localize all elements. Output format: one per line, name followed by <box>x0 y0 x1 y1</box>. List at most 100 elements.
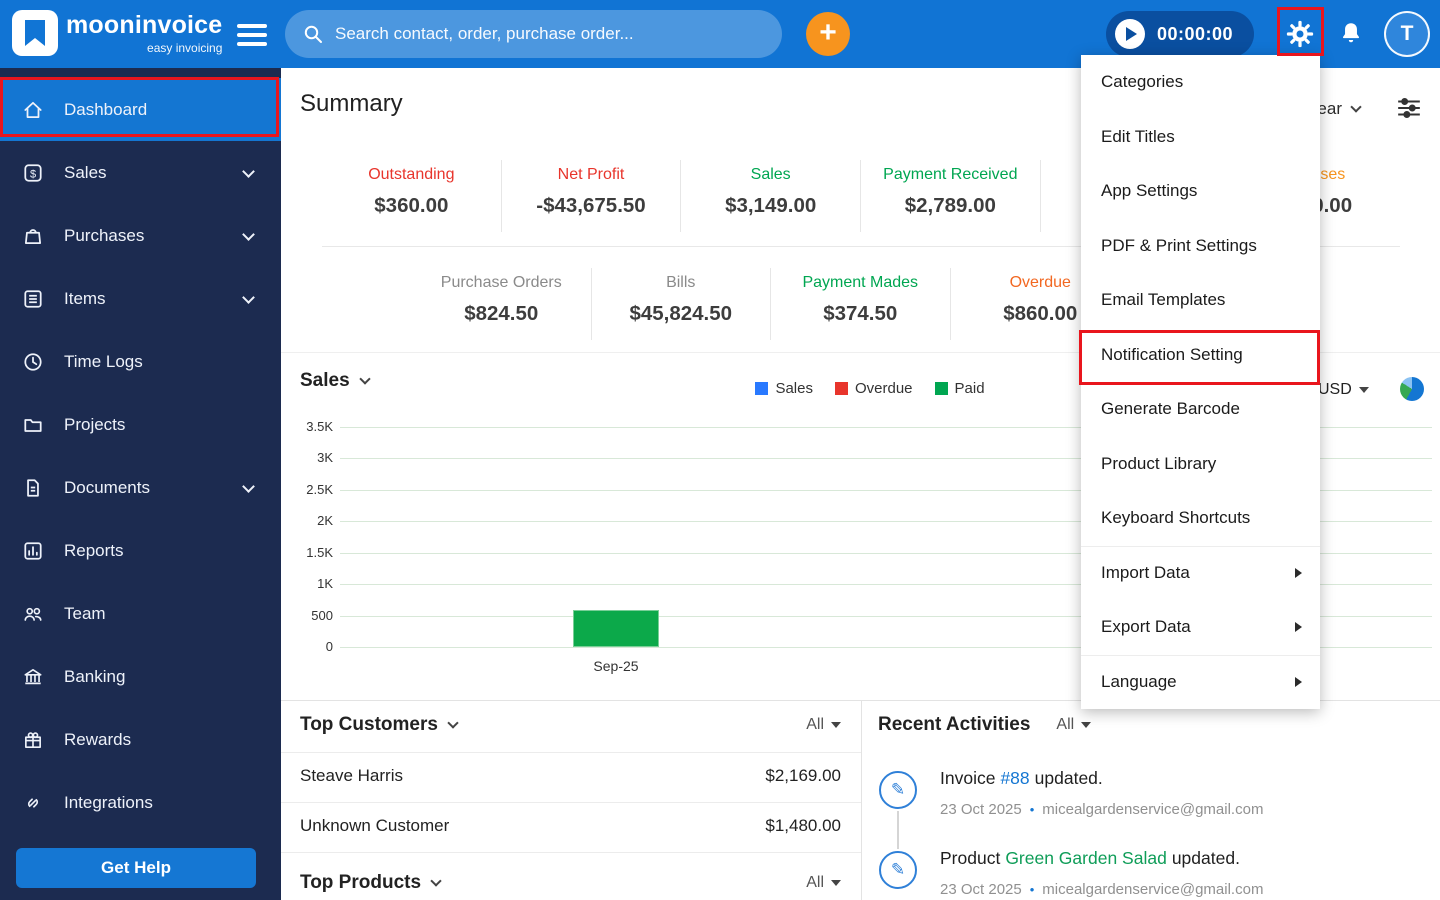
sidebar-item-documents[interactable]: Documents <box>0 456 281 519</box>
sidebar-item-reports[interactable]: Reports <box>0 519 281 582</box>
chevron-down-icon <box>242 480 255 493</box>
divider <box>281 752 861 753</box>
chart-legend: Sales Overdue Paid <box>710 380 1030 397</box>
sidebar-item-label: Projects <box>64 414 126 434</box>
hamburger-menu-icon[interactable] <box>237 24 267 46</box>
sidebar-item-sales[interactable]: $ Sales <box>0 141 281 204</box>
edit-pencil-icon[interactable]: ✎ <box>879 771 917 809</box>
sales-icon: $ <box>22 162 44 184</box>
sidebar-item-items[interactable]: Items <box>0 267 281 330</box>
legend-swatch-overdue <box>834 382 848 395</box>
currency-selector[interactable]: USD <box>1318 381 1369 399</box>
activity-meta: 23 Oct 2025 • micealgardenservice@gmail.co… <box>940 881 1263 898</box>
activity-link[interactable]: #88 <box>1000 768 1029 788</box>
gift-icon <box>22 729 44 751</box>
card-label: Purchase Orders <box>440 274 562 291</box>
sidebar-item-dashboard[interactable]: Dashboard <box>0 78 281 141</box>
y-axis-tick: 1K <box>317 576 333 591</box>
menu-item-categories[interactable]: Categories <box>1081 55 1320 110</box>
menu-item-product-library[interactable]: Product Library <box>1081 437 1320 492</box>
menu-item-app-settings[interactable]: App Settings <box>1081 164 1320 219</box>
chart-bar[interactable] <box>573 610 659 647</box>
top-products-title[interactable]: Top Products <box>300 872 442 894</box>
filter-label: All <box>806 874 824 891</box>
sidebar-item-label: Rewards <box>64 729 132 749</box>
sidebar-item-team[interactable]: Team <box>0 582 281 645</box>
sidebar-item-label: Sales <box>64 162 107 182</box>
top-customer-row[interactable]: Steave Harris $2,169.00 <box>300 766 841 786</box>
y-axis-tick: 2.5K <box>306 482 333 497</box>
bullet-icon: • <box>1029 802 1035 817</box>
menu-item-label: Language <box>1101 672 1177 692</box>
summary-card-payment-mades: Payment Mades $374.50 <box>771 268 951 340</box>
top-products-header: Top Products All <box>300 872 841 894</box>
caret-down-icon <box>831 880 841 886</box>
panel-title: Top Customers <box>300 714 438 735</box>
currency-label: USD <box>1318 381 1352 398</box>
customer-amount: $2,169.00 <box>765 766 841 785</box>
get-help-button[interactable]: Get Help <box>16 848 256 888</box>
global-search[interactable] <box>285 10 782 58</box>
chevron-down-icon <box>242 228 255 241</box>
activity-prefix: Product <box>940 848 1001 868</box>
menu-item-notification-setting[interactable]: Notification Setting <box>1081 328 1320 383</box>
recent-activities-filter[interactable]: All <box>1056 716 1092 734</box>
menu-item-edit-titles[interactable]: Edit Titles <box>1081 110 1320 165</box>
search-input[interactable] <box>335 24 764 44</box>
menu-item-keyboard-shortcuts[interactable]: Keyboard Shortcuts <box>1081 491 1320 546</box>
clock-icon <box>22 351 44 373</box>
divider <box>281 802 861 803</box>
add-new-button[interactable]: + <box>806 12 850 56</box>
sidebar-item-projects[interactable]: Projects <box>0 393 281 456</box>
sidebar-item-integrations[interactable]: Integrations <box>0 771 281 834</box>
activity-link[interactable]: Green Garden Salad <box>1005 848 1167 868</box>
chevron-down-icon <box>1350 101 1362 113</box>
notifications-bell-icon[interactable] <box>1338 20 1364 51</box>
page-title: Summary <box>300 90 403 117</box>
legend-label: Overdue <box>854 380 913 397</box>
legend-item-sales: Sales <box>755 380 813 397</box>
caret-down-icon <box>1081 722 1092 728</box>
legend-item-overdue: Overdue <box>834 380 913 397</box>
menu-item-label: Import Data <box>1101 563 1190 583</box>
top-customers-filter[interactable]: All <box>806 716 841 734</box>
time-tracker[interactable]: 00:00:00 <box>1106 11 1254 57</box>
panel-title: Recent Activities <box>878 714 1031 735</box>
pie-chart-icon[interactable] <box>1400 377 1424 401</box>
card-value: $360.00 <box>374 194 449 217</box>
menu-item-pdf-print-settings[interactable]: PDF & Print Settings <box>1081 219 1320 274</box>
settings-gear-icon[interactable] <box>1285 19 1315 54</box>
menu-item-email-templates[interactable]: Email Templates <box>1081 273 1320 328</box>
sidebar: Dashboard $ Sales Purchases Items Time L… <box>0 68 281 900</box>
chevron-down-icon <box>242 165 255 178</box>
sidebar-item-purchases[interactable]: Purchases <box>0 204 281 267</box>
sidebar-item-banking[interactable]: Banking <box>0 645 281 708</box>
top-customer-row[interactable]: Unknown Customer $1,480.00 <box>300 816 841 836</box>
activity-date: 23 Oct 2025 <box>940 881 1022 898</box>
submenu-arrow-icon <box>1295 622 1302 633</box>
menu-item-generate-barcode[interactable]: Generate Barcode <box>1081 382 1320 437</box>
y-axis-tick: 0 <box>325 639 333 654</box>
edit-pencil-icon[interactable]: ✎ <box>879 851 917 889</box>
submenu-arrow-icon <box>1295 677 1302 688</box>
user-avatar[interactable]: T <box>1384 11 1430 57</box>
mooninvoice-logo-icon[interactable] <box>12 10 58 56</box>
card-value: $824.50 <box>464 302 539 325</box>
menu-item-export-data[interactable]: Export Data <box>1081 600 1320 655</box>
sidebar-item-rewards[interactable]: Rewards <box>0 708 281 771</box>
activity-line: Product Green Garden Salad updated. <box>940 848 1240 869</box>
menu-item-language[interactable]: Language <box>1081 654 1320 710</box>
activity-email: micealgardenservice@gmail.com <box>1042 881 1264 898</box>
sidebar-item-label: Time Logs <box>64 351 143 371</box>
card-value: $3,149.00 <box>725 194 817 217</box>
sidebar-item-time-logs[interactable]: Time Logs <box>0 330 281 393</box>
sales-chart-title[interactable]: Sales <box>300 370 371 392</box>
top-products-filter[interactable]: All <box>806 874 841 892</box>
menu-item-import-data[interactable]: Import Data <box>1081 545 1320 601</box>
activity-date: 23 Oct 2025 <box>940 801 1022 818</box>
top-customers-title[interactable]: Top Customers <box>300 714 459 736</box>
legend-swatch-paid <box>934 382 948 395</box>
filter-icon[interactable] <box>1396 97 1422 124</box>
play-icon[interactable] <box>1115 19 1145 49</box>
items-icon <box>22 288 44 310</box>
